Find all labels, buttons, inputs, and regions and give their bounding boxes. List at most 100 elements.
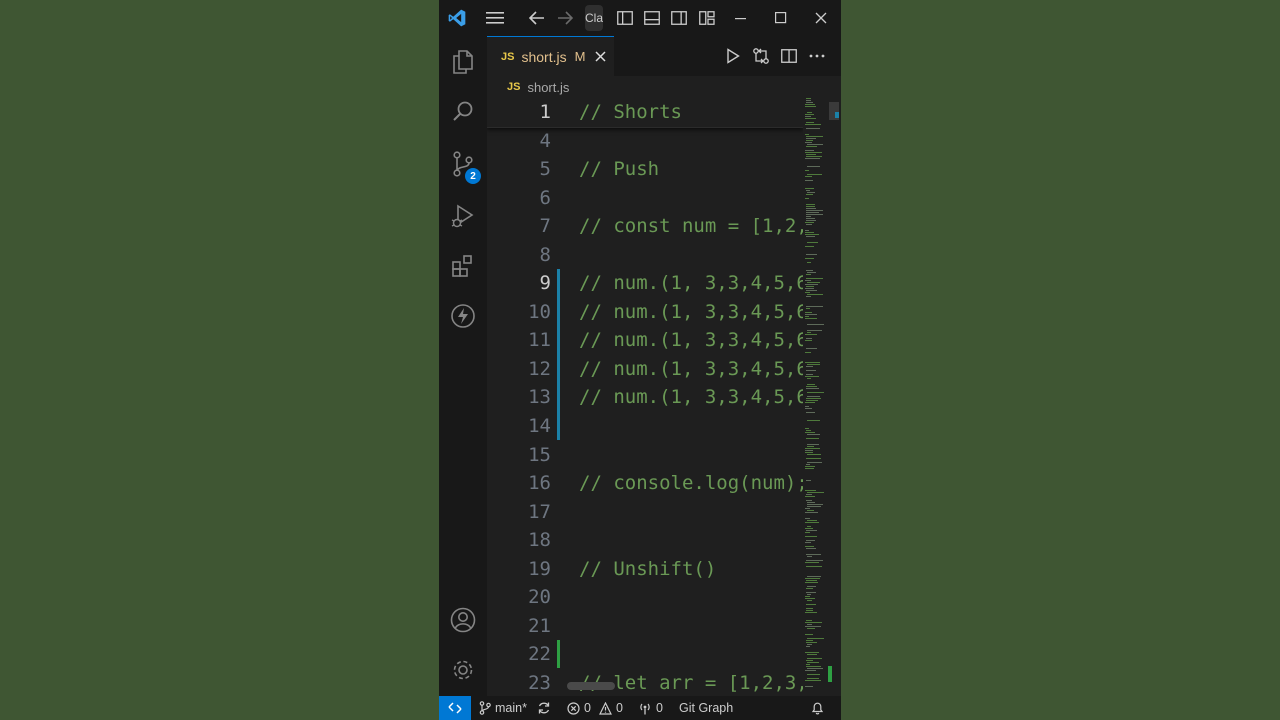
command-center-search[interactable]: Cla: [585, 0, 603, 36]
minimap-line: [806, 560, 823, 561]
minimap-line: [806, 138, 816, 139]
maximize-icon[interactable]: [767, 0, 795, 36]
sticky-scroll-header[interactable]: 1 // Shorts: [487, 98, 803, 128]
code-line[interactable]: // num.(1, 3,3,4,5,6: [579, 269, 803, 297]
minimap-line: [807, 658, 822, 659]
run-file-icon[interactable]: [721, 36, 745, 76]
remote-indicator-icon[interactable]: [439, 696, 471, 720]
line-number: 14: [528, 415, 551, 437]
minimap-line: [805, 578, 820, 579]
minimap-line: [806, 438, 819, 439]
minimap-line: [807, 262, 811, 263]
minimap-line: [806, 540, 815, 541]
branch-status[interactable]: main*: [479, 696, 527, 720]
minimap-line: [807, 638, 824, 639]
line-number: 19: [528, 557, 551, 580]
minimap-line: [807, 678, 819, 679]
minimap-line: [806, 206, 815, 207]
lightning-icon[interactable]: [439, 292, 487, 340]
more-actions-icon[interactable]: [805, 36, 829, 76]
settings-gear-icon[interactable]: [439, 646, 487, 694]
search-icon[interactable]: [439, 88, 487, 136]
forward-arrow-icon[interactable]: [553, 0, 577, 36]
editor-tab-short-js[interactable]: JS short.js M: [487, 36, 614, 76]
minimap-line: [807, 444, 819, 445]
toggle-primary-sidebar-icon[interactable]: [615, 0, 635, 36]
minimap-line: [807, 674, 820, 675]
vertical-scrollbar[interactable]: [827, 98, 841, 696]
minimap-line: [806, 604, 816, 605]
code-line[interactable]: // num.(1, 3,3,4,5,6: [579, 383, 803, 411]
minimap-line: [805, 432, 815, 433]
minimap-line: [806, 588, 813, 589]
sync-icon[interactable]: [537, 696, 551, 720]
minimap-line: [805, 292, 810, 293]
minimap-line: [807, 378, 811, 379]
customize-layout-icon[interactable]: [697, 0, 717, 36]
code-line[interactable]: // console.log(num);: [579, 469, 803, 497]
error-icon: [567, 701, 580, 715]
minimap-line: [807, 384, 815, 385]
minimap-line: [805, 246, 814, 247]
minimap-line: [807, 272, 816, 273]
code-line[interactable]: // Unshift(): [579, 555, 716, 583]
ports-status[interactable]: 0: [638, 696, 663, 720]
code-line[interactable]: // num.(1, 3,3,4,5,6: [579, 298, 803, 326]
tab-close-icon[interactable]: [595, 51, 606, 62]
line-number: 7: [539, 215, 551, 238]
minimap-line: [806, 224, 812, 225]
status-bar: main* 0 0 0 Git Graph: [439, 696, 841, 720]
minimap-line: [805, 118, 816, 119]
minimap-line: [806, 308, 810, 309]
split-editor-icon[interactable]: [777, 36, 801, 76]
horizontal-scrollbar-thumb[interactable]: [567, 682, 615, 690]
code-line[interactable]: // const num = [1,2,: [579, 212, 803, 240]
minimap-line: [805, 408, 812, 409]
js-file-icon: JS: [501, 50, 515, 63]
minimap-line: [806, 216, 811, 217]
close-icon[interactable]: [807, 0, 835, 36]
minimap-line: [806, 220, 816, 221]
git-graph-label: Git Graph: [679, 701, 734, 715]
menu-icon[interactable]: [481, 0, 509, 36]
minimap-line: [807, 174, 822, 175]
minimap[interactable]: [803, 98, 827, 696]
minimap-line: [806, 236, 815, 237]
code-line[interactable]: // num.(1, 3,3,4,5,6: [579, 326, 803, 354]
git-graph-button[interactable]: Git Graph: [679, 696, 733, 720]
minimap-line: [806, 608, 813, 609]
explorer-icon[interactable]: [439, 38, 487, 86]
notifications-bell-icon[interactable]: [811, 696, 824, 720]
minimap-line: [805, 634, 813, 635]
vscode-logo-icon: [445, 0, 469, 36]
minimap-line: [806, 214, 823, 215]
source-control-icon[interactable]: 2: [439, 140, 487, 188]
minimap-line: [805, 450, 813, 451]
toggle-panel-icon[interactable]: [642, 0, 662, 36]
minimap-line: [806, 592, 816, 593]
minimap-line: [805, 258, 814, 259]
tab-filename: short.js: [521, 48, 567, 65]
minimap-line: [807, 594, 811, 595]
code-line[interactable]: // Push: [579, 155, 659, 183]
code-editor[interactable]: 4 5 // Push 6 7 // const num = [1,2, 8 9 // num.…: [487, 98, 803, 696]
extensions-icon[interactable]: [439, 242, 487, 290]
breadcrumb-filename[interactable]: short.js: [527, 80, 569, 95]
minimap-line: [806, 274, 811, 275]
minimap-line: [806, 270, 813, 271]
toggle-secondary-sidebar-icon[interactable]: [669, 0, 689, 36]
minimap-line: [807, 330, 822, 331]
minimap-line: [806, 642, 817, 643]
account-icon[interactable]: [439, 596, 487, 644]
line-number: 23: [528, 672, 551, 694]
minimize-icon[interactable]: [727, 0, 755, 36]
minimap-line: [805, 496, 815, 497]
left-background: [0, 0, 439, 720]
minimap-line: [805, 448, 820, 449]
run-debug-icon[interactable]: [439, 192, 487, 240]
compare-changes-icon[interactable]: [749, 36, 773, 76]
code-line[interactable]: // num.(1, 3,3,4,5,6: [579, 355, 803, 383]
minimap-line: [805, 468, 814, 469]
problems-status[interactable]: 0 0: [567, 696, 623, 720]
back-arrow-icon[interactable]: [525, 0, 549, 36]
